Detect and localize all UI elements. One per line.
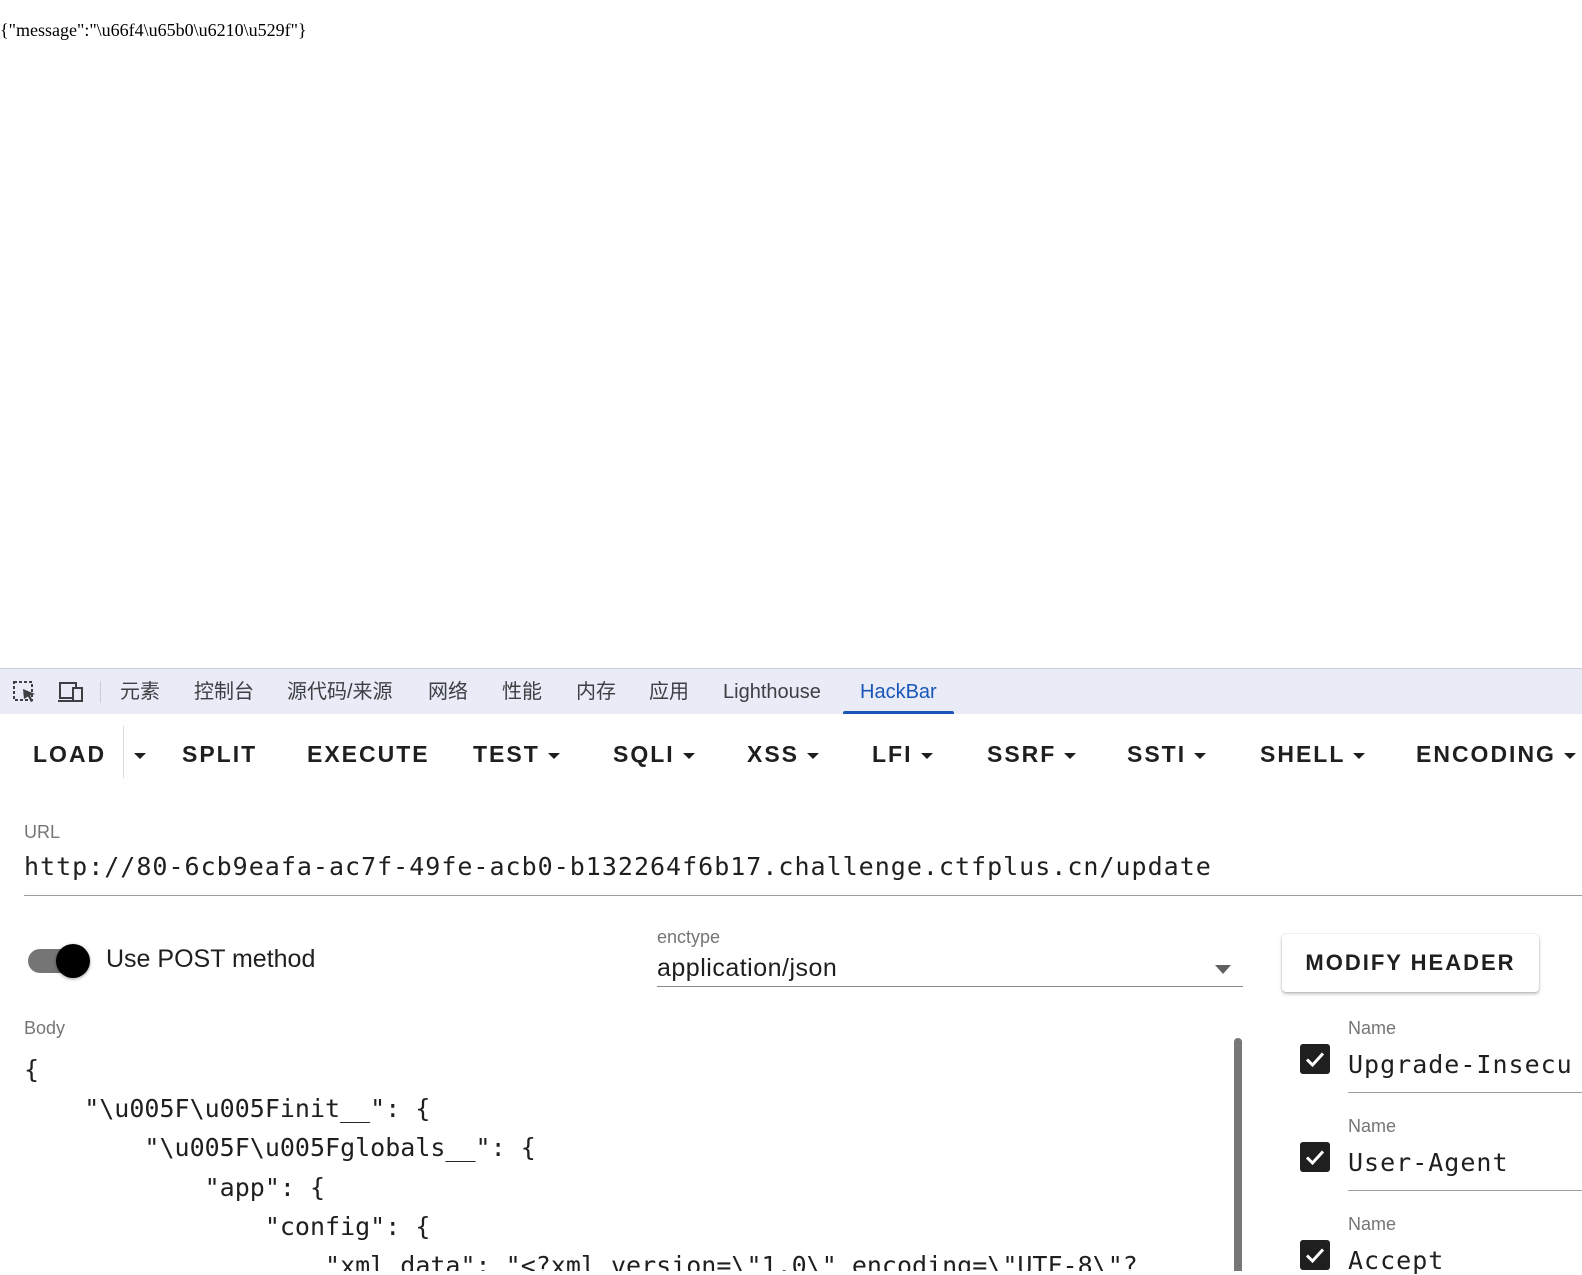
toolbar-divider bbox=[100, 681, 101, 703]
checkmark-icon bbox=[1305, 1248, 1325, 1264]
enctype-select-underline bbox=[657, 986, 1243, 987]
body-label: Body bbox=[24, 1018, 66, 1038]
tab-elements[interactable]: 元素 bbox=[120, 669, 160, 715]
split-button[interactable]: SPLIT bbox=[182, 736, 257, 772]
lfi-menu-label: LFI bbox=[872, 741, 913, 767]
device-toolbar-icon[interactable] bbox=[57, 680, 83, 704]
ssti-menu-button[interactable]: SSTI bbox=[1127, 736, 1207, 772]
xss-menu-label: XSS bbox=[747, 741, 800, 767]
ssti-menu-label: SSTI bbox=[1127, 741, 1187, 767]
tab-application[interactable]: 应用 bbox=[649, 669, 689, 715]
sqli-menu-label: SQLI bbox=[613, 741, 675, 767]
caret-down-icon bbox=[1563, 752, 1576, 759]
tab-sources[interactable]: 源代码/来源 bbox=[287, 669, 393, 715]
tab-lighthouse[interactable]: Lighthouse bbox=[723, 669, 821, 715]
header-name-label: Name bbox=[1348, 1018, 1397, 1038]
body-textarea[interactable]: { "\u005F\u005Finit__": { "\u005F\u005Fg… bbox=[24, 1050, 1224, 1271]
caret-down-icon bbox=[134, 752, 146, 759]
checkmark-icon bbox=[1305, 1150, 1325, 1166]
url-input[interactable]: http://80-6cb9eafa-ac7f-49fe-acb0-b13226… bbox=[24, 852, 1212, 881]
xss-menu-button[interactable]: XSS bbox=[747, 736, 820, 772]
enctype-label: enctype bbox=[657, 927, 721, 947]
test-menu-label: TEST bbox=[473, 741, 540, 767]
header-name-label: Name bbox=[1348, 1116, 1397, 1136]
checkmark-icon bbox=[1305, 1052, 1325, 1068]
post-method-toggle-thumb[interactable] bbox=[56, 944, 90, 978]
tab-performance[interactable]: 性能 bbox=[502, 669, 542, 715]
body-line: "\u005F\u005Fglobals__": { bbox=[24, 1133, 536, 1163]
encoding-menu-label: ENCODING bbox=[1416, 741, 1556, 767]
lfi-menu-button[interactable]: LFI bbox=[872, 736, 933, 772]
ssrf-menu-label: SSRF bbox=[987, 741, 1057, 767]
ssrf-menu-button[interactable]: SSRF bbox=[987, 736, 1077, 772]
modify-header-button[interactable]: MODIFY HEADER bbox=[1282, 934, 1539, 992]
post-method-label: Use POST method bbox=[106, 945, 316, 973]
load-menu-divider bbox=[123, 726, 124, 778]
header-name-input[interactable]: Upgrade-Insecu bbox=[1348, 1050, 1573, 1079]
caret-down-icon bbox=[1064, 752, 1077, 759]
response-body-text: {"message":"\u66f4\u65b0\u6210\u529f"} bbox=[0, 20, 307, 40]
tab-memory[interactable]: 内存 bbox=[576, 669, 616, 715]
header-name-underline bbox=[1348, 1092, 1582, 1093]
encoding-menu-button[interactable]: ENCODING bbox=[1416, 736, 1576, 772]
header-enabled-checkbox[interactable] bbox=[1300, 1240, 1330, 1270]
tab-network[interactable]: 网络 bbox=[428, 669, 468, 715]
header-name-label: Name bbox=[1348, 1214, 1397, 1234]
shell-menu-button[interactable]: SHELL bbox=[1260, 736, 1366, 772]
load-menu-button[interactable] bbox=[126, 736, 146, 772]
load-button[interactable]: LOAD bbox=[33, 736, 106, 772]
test-menu-button[interactable]: TEST bbox=[473, 736, 560, 772]
header-enabled-checkbox[interactable] bbox=[1300, 1044, 1330, 1074]
body-line: "app": { bbox=[24, 1172, 326, 1202]
caret-down-icon bbox=[1353, 752, 1366, 759]
body-line: "xml_data": "<?xml version=\"1.0\" encod… bbox=[24, 1250, 1138, 1271]
tab-console[interactable]: 控制台 bbox=[194, 669, 254, 715]
inspect-element-icon[interactable] bbox=[12, 680, 38, 704]
caret-down-icon bbox=[547, 752, 560, 759]
url-label: URL bbox=[24, 822, 61, 842]
sqli-menu-button[interactable]: SQLI bbox=[613, 736, 695, 772]
execute-button[interactable]: EXECUTE bbox=[307, 736, 430, 772]
body-line: "\u005F\u005Finit__": { bbox=[24, 1094, 431, 1124]
body-line: { bbox=[24, 1055, 40, 1084]
url-input-underline bbox=[24, 895, 1582, 896]
caret-down-icon bbox=[807, 752, 820, 759]
body-line: "config": { bbox=[24, 1211, 431, 1241]
body-scrollbar[interactable] bbox=[1234, 1038, 1242, 1271]
tab-hackbar[interactable]: HackBar bbox=[860, 669, 937, 715]
enctype-select[interactable]: application/json bbox=[657, 954, 837, 983]
dropdown-arrow-icon[interactable] bbox=[1215, 965, 1231, 974]
caret-down-icon bbox=[1194, 752, 1207, 759]
caret-down-icon bbox=[920, 752, 933, 759]
devtools-tab-bar: 元素 控制台 源代码/来源 网络 性能 内存 应用 Lighthouse Hac… bbox=[0, 668, 1582, 714]
header-name-underline bbox=[1348, 1190, 1582, 1191]
header-name-input[interactable]: User-Agent bbox=[1348, 1148, 1509, 1177]
header-enabled-checkbox[interactable] bbox=[1300, 1142, 1330, 1172]
shell-menu-label: SHELL bbox=[1260, 741, 1346, 767]
caret-down-icon bbox=[682, 752, 695, 759]
hackbar-toolbar: LOAD SPLIT EXECUTE TEST SQLI XSS LFI SSR… bbox=[0, 714, 1582, 790]
